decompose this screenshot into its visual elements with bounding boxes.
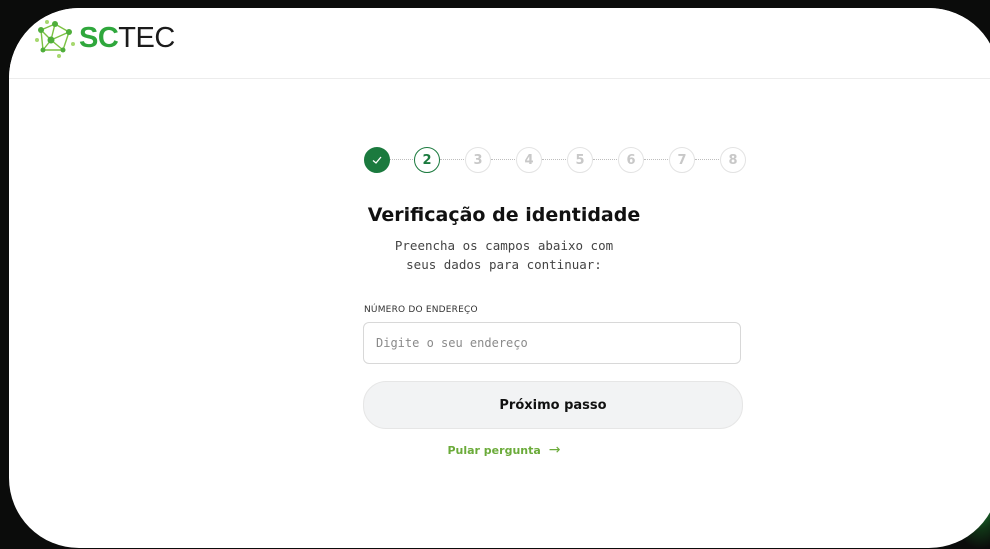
skip-question-link[interactable]: Pular pergunta → <box>9 442 990 458</box>
step-5: 5 <box>567 147 593 173</box>
progress-stepper: 2 3 4 5 6 7 8 <box>364 147 746 173</box>
address-number-input[interactable] <box>364 323 716 363</box>
step-connector <box>593 159 617 160</box>
check-icon <box>372 156 382 164</box>
step-1-completed <box>364 147 390 173</box>
step-connector <box>440 159 464 160</box>
address-number-label: NÚMERO DO ENDEREÇO <box>364 305 478 315</box>
site-header: SCTEC <box>9 8 990 79</box>
step-3: 3 <box>465 147 491 173</box>
step-8: 8 <box>720 147 746 173</box>
address-number-field[interactable] <box>363 322 741 364</box>
page-title: Verificação de identidade <box>367 204 641 226</box>
step-4: 4 <box>516 147 542 173</box>
browser-window: SCTEC 2 3 4 5 6 7 8 Verificação de ident… <box>9 8 990 548</box>
subtitle-line-1: Preencha os campos abaixo com <box>394 238 614 253</box>
sctec-logo[interactable]: SCTEC <box>33 16 175 60</box>
step-2-current: 2 <box>414 147 440 173</box>
next-step-button[interactable]: Próximo passo <box>363 381 743 429</box>
page-subtitle: Preencha os campos abaixo com seus dados… <box>9 236 990 274</box>
logo-wordmark: SCTEC <box>79 21 175 54</box>
step-6: 6 <box>618 147 644 173</box>
skip-question-label: Pular pergunta <box>447 443 541 457</box>
step-connector <box>695 159 719 160</box>
step-7: 7 <box>669 147 695 173</box>
network-logo-icon <box>35 20 75 58</box>
step-connector <box>390 159 413 160</box>
step-connector <box>644 159 668 160</box>
step-connector <box>491 159 515 160</box>
subtitle-line-2: seus dados para continuar: <box>406 257 602 272</box>
step-connector <box>542 159 566 160</box>
arrow-right-icon: → <box>548 442 561 458</box>
